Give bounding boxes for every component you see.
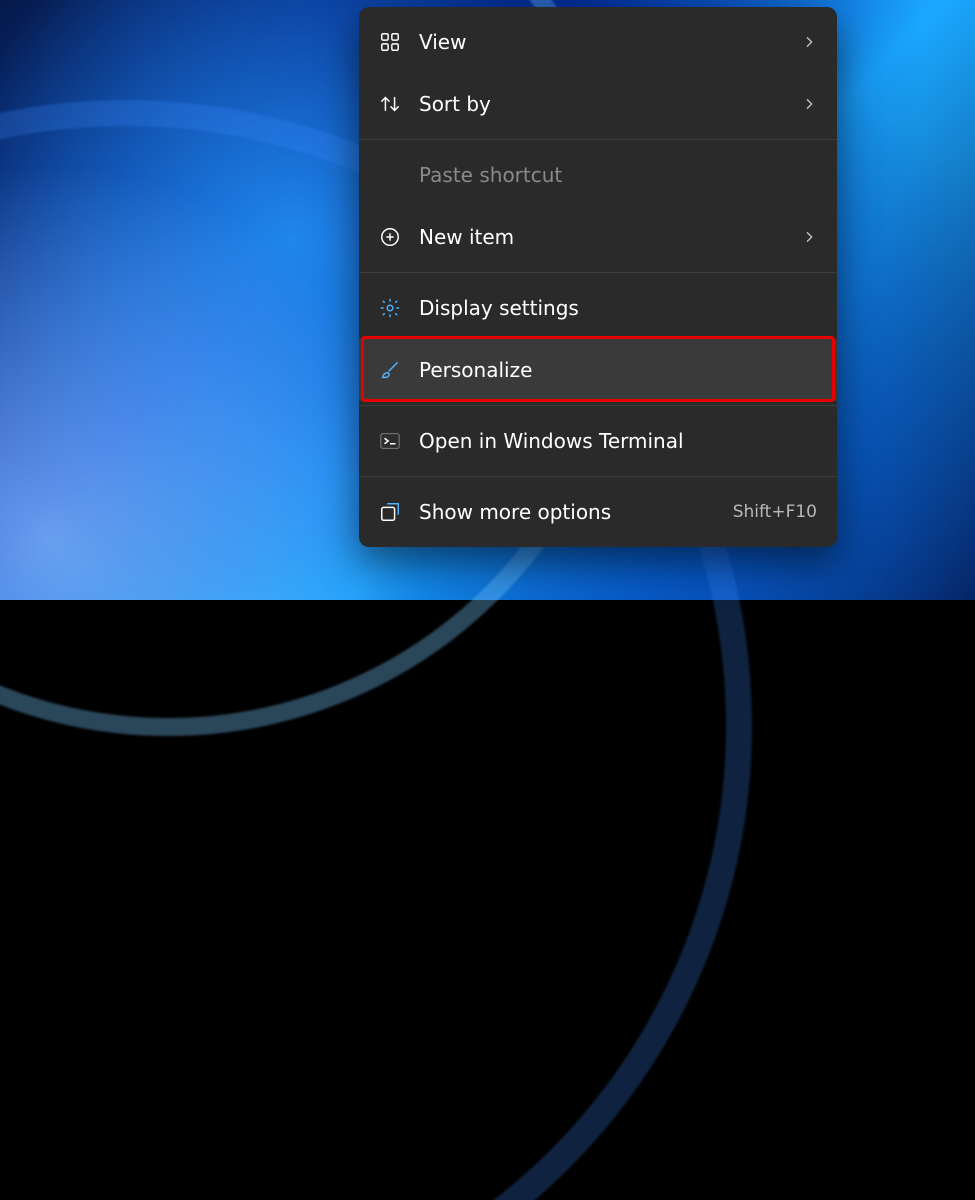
menu-item-open-terminal[interactable]: Open in Windows Terminal (359, 410, 837, 472)
menu-item-sort-by[interactable]: Sort by (359, 73, 837, 135)
menu-item-display-settings-label: Display settings (419, 296, 817, 320)
menu-item-new-item-label: New item (419, 225, 801, 249)
plus-circle-icon (377, 224, 403, 250)
chevron-right-icon (801, 96, 817, 112)
menu-item-view-label: View (419, 30, 801, 54)
settings-gear-icon (377, 295, 403, 321)
sort-icon (377, 91, 403, 117)
desktop-context-menu: View Sort by Paste shortcut (359, 7, 837, 547)
menu-item-sort-by-label: Sort by (419, 92, 801, 116)
brush-icon (377, 357, 403, 383)
menu-item-paste-shortcut-label: Paste shortcut (419, 163, 817, 187)
menu-item-view[interactable]: View (359, 11, 837, 73)
divider (359, 405, 837, 406)
divider (359, 476, 837, 477)
menu-item-open-terminal-label: Open in Windows Terminal (419, 429, 817, 453)
menu-item-show-more-label: Show more options (419, 500, 733, 524)
chevron-right-icon (801, 34, 817, 50)
divider (359, 272, 837, 273)
menu-item-show-more[interactable]: Show more options Shift+F10 (359, 481, 837, 543)
divider (359, 139, 837, 140)
menu-item-display-settings[interactable]: Display settings (359, 277, 837, 339)
chevron-right-icon (801, 229, 817, 245)
view-grid-icon (377, 29, 403, 55)
blank-icon (377, 162, 403, 188)
menu-item-new-item[interactable]: New item (359, 206, 837, 268)
terminal-icon (377, 428, 403, 454)
expand-menu-icon (377, 499, 403, 525)
menu-item-paste-shortcut: Paste shortcut (359, 144, 837, 206)
menu-item-personalize[interactable]: Personalize (359, 339, 837, 401)
menu-item-show-more-shortcut: Shift+F10 (733, 502, 817, 522)
menu-item-personalize-label: Personalize (419, 358, 817, 382)
